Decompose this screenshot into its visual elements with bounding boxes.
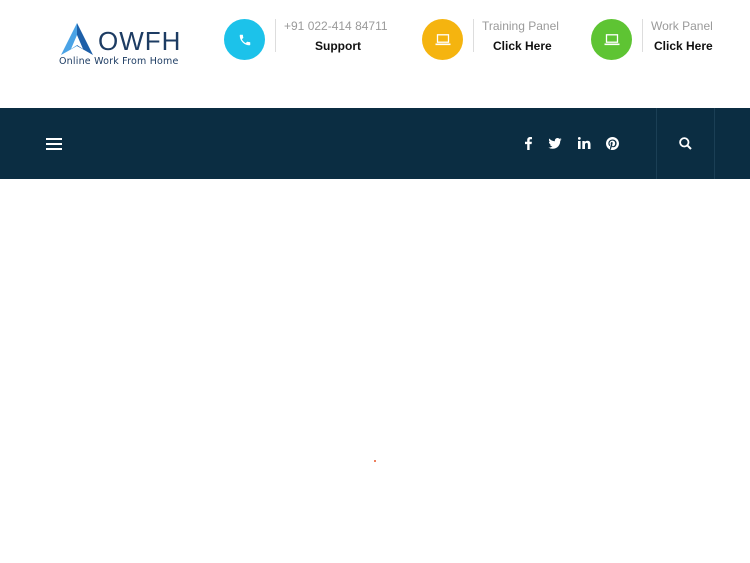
work-panel-click-here[interactable]: Click Here (654, 39, 713, 53)
support-label[interactable]: Support (315, 39, 361, 53)
support-contact[interactable]: +91 022-414 84711 Support (224, 19, 399, 61)
loading-indicator (374, 460, 376, 462)
support-phone-number: +91 022-414 84711 (284, 19, 388, 33)
search-icon (679, 137, 692, 150)
training-panel-link[interactable]: Training Panel Click Here (422, 19, 567, 61)
divider (642, 19, 643, 52)
hamburger-menu-icon[interactable] (46, 137, 62, 151)
facebook-icon[interactable] (522, 134, 534, 152)
logo-triangle-icon (61, 23, 93, 55)
training-panel-click-here[interactable]: Click Here (493, 39, 552, 53)
logo-tagline: Online Work From Home (59, 56, 179, 67)
work-panel-title: Work Panel (651, 19, 713, 33)
divider (473, 19, 474, 52)
phone-icon (224, 19, 265, 60)
linkedin-icon[interactable] (576, 134, 592, 152)
training-panel-title: Training Panel (482, 19, 559, 33)
top-header: OWFH Online Work From Home +91 022-414 8… (0, 0, 750, 108)
site-logo[interactable]: OWFH Online Work From Home (58, 22, 188, 68)
laptop-icon (591, 19, 632, 60)
logo-brand-name: OWFH (98, 26, 182, 56)
pinterest-icon[interactable] (604, 134, 620, 152)
search-button[interactable] (656, 108, 715, 179)
twitter-icon[interactable] (547, 134, 563, 152)
laptop-icon (422, 19, 463, 60)
main-navbar (0, 108, 750, 179)
work-panel-link[interactable]: Work Panel Click Here (591, 19, 721, 61)
divider (275, 19, 276, 52)
